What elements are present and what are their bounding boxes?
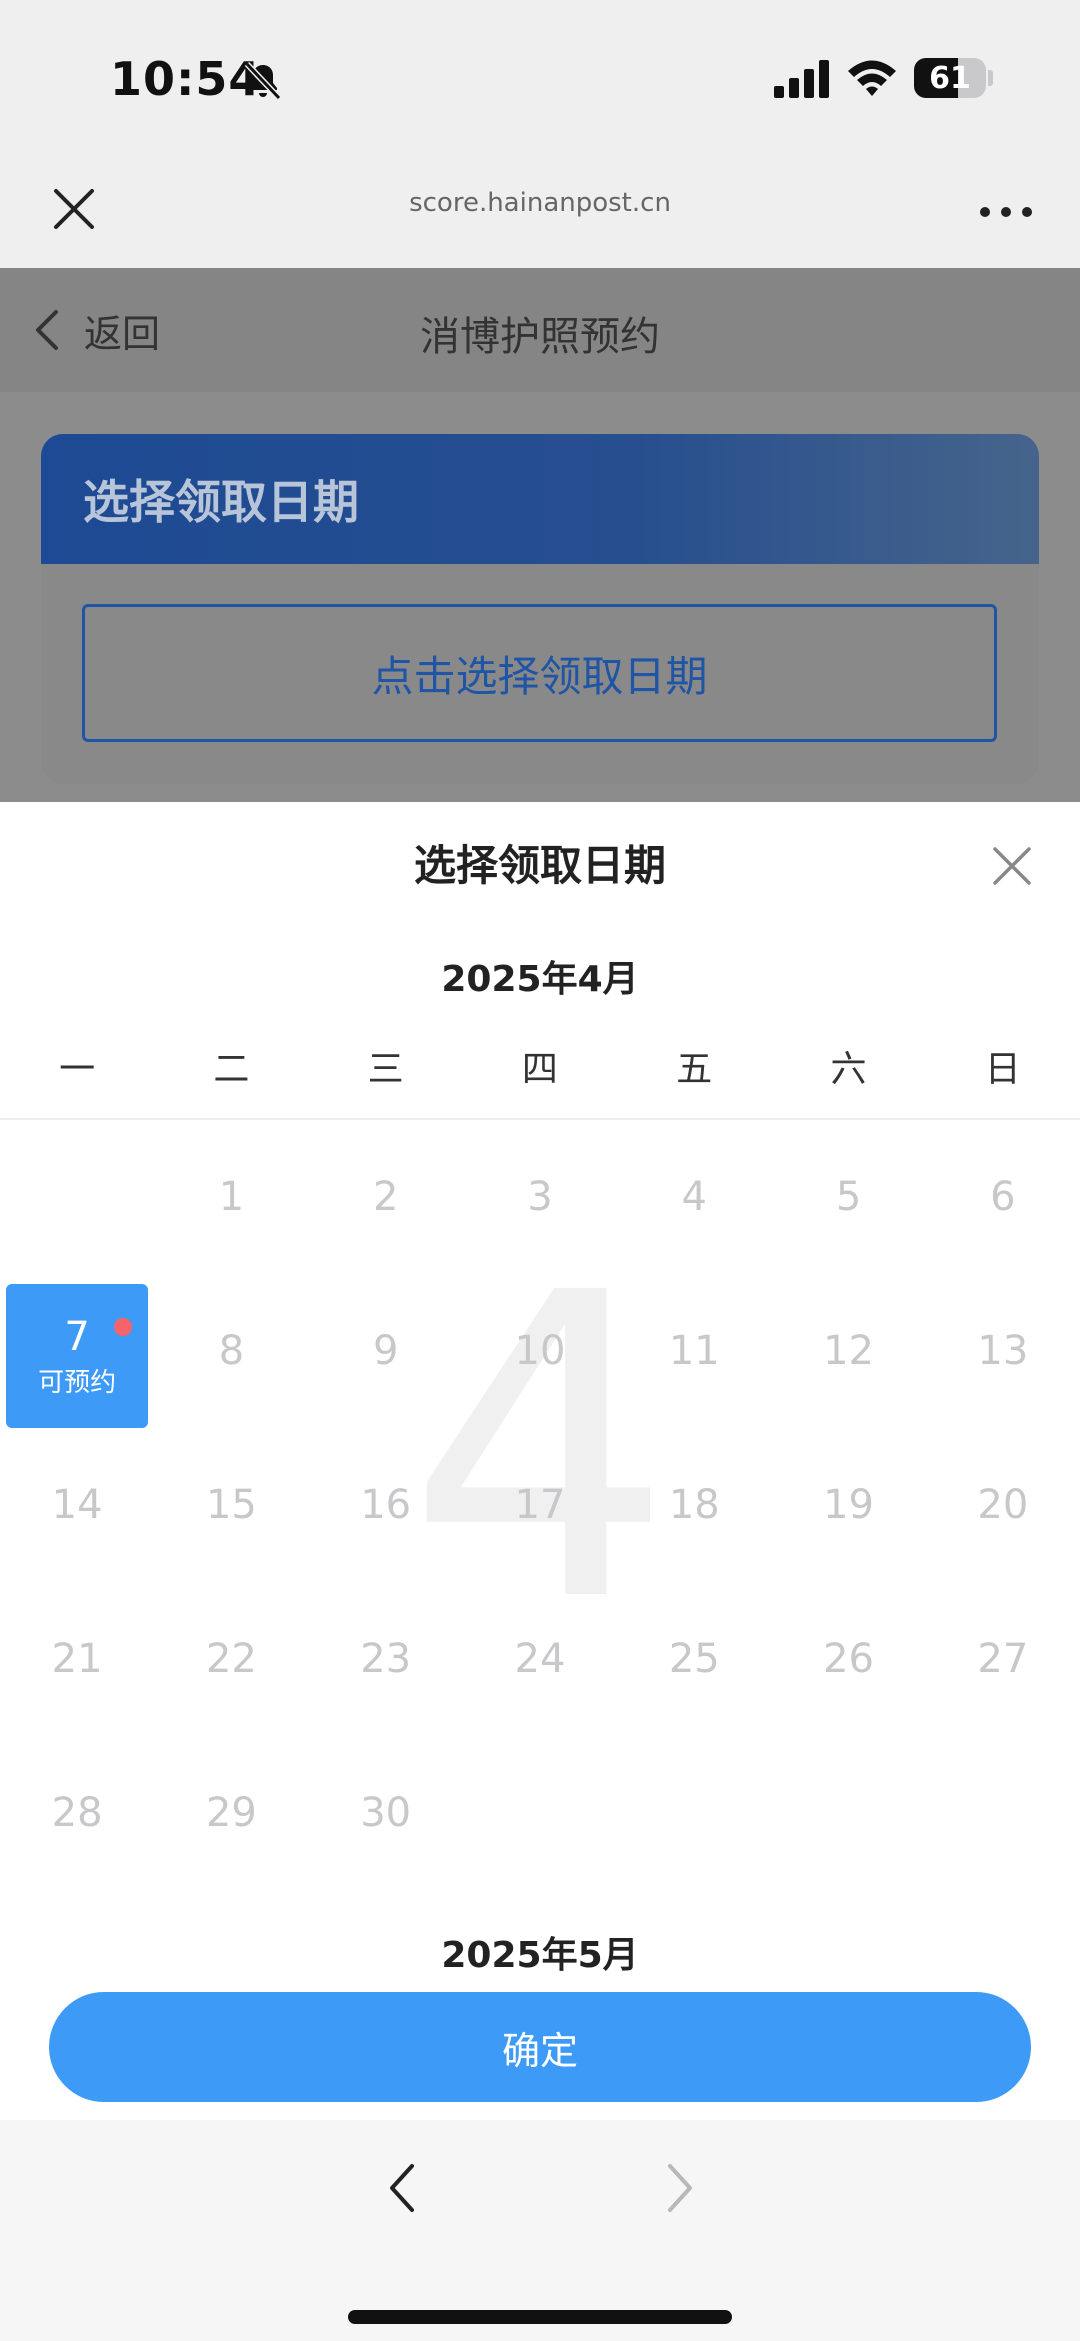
month-title: 2025年4月 bbox=[441, 959, 639, 1000]
calendar-day: 26 bbox=[823, 1636, 874, 1682]
calendar-day: 19 bbox=[823, 1482, 874, 1528]
page-background: 返回 消博护照预约 选择领取日期 点击选择领取日期 bbox=[0, 268, 1080, 802]
browser-bar: score.hainanpost.cn bbox=[0, 150, 1080, 268]
calendar-day: 22 bbox=[205, 1636, 257, 1682]
battery-icon: 61 bbox=[914, 58, 986, 98]
status-dot bbox=[114, 1318, 133, 1336]
pick-date-button[interactable]: 点击选择领取日期 bbox=[82, 604, 997, 742]
card-header: 选择领取日期 bbox=[41, 434, 1039, 564]
weekday-header: 一 二 三 四 五 六 日 bbox=[0, 1030, 1080, 1120]
available-label: 可预约 bbox=[38, 1367, 117, 1398]
confirm-button[interactable]: 确定 bbox=[49, 1992, 1031, 2102]
calendar-day: 18 bbox=[668, 1482, 720, 1528]
calendar-day: 24 bbox=[514, 1636, 566, 1682]
silent-bell-icon bbox=[244, 61, 282, 101]
wifi-icon bbox=[848, 60, 896, 96]
battery-percent: 61 bbox=[929, 60, 971, 96]
calendar-day: 5 bbox=[835, 1174, 862, 1220]
calendar-day: 10 bbox=[514, 1328, 566, 1374]
calendar-day: 20 bbox=[977, 1482, 1029, 1528]
calendar-day: 27 bbox=[977, 1636, 1029, 1682]
card-header-title: 选择领取日期 bbox=[83, 475, 359, 529]
url-label: score.hainanpost.cn bbox=[409, 188, 671, 218]
calendar-day: 14 bbox=[51, 1482, 103, 1528]
home-indicator bbox=[348, 2310, 732, 2324]
next-month-title: 2025年5月 bbox=[441, 1935, 639, 1976]
calendar-day: 13 bbox=[977, 1328, 1029, 1374]
calendar-day: 17 bbox=[514, 1482, 566, 1528]
calendar-day-available[interactable]: 7 可预约 bbox=[6, 1284, 149, 1428]
calendar-day: 9 bbox=[372, 1328, 399, 1374]
calendar-day: 12 bbox=[823, 1328, 874, 1374]
calendar-day: 3 bbox=[527, 1174, 553, 1220]
close-icon[interactable] bbox=[990, 844, 1034, 888]
weekday-label: 日 bbox=[984, 1049, 1021, 1090]
calendar-grid: 4 1 2 3 4 5 6 7 可预约 8 9 10 11 12 13 14 15 16 17 18 19 20 21 22… bbox=[0, 1120, 1080, 1892]
calendar-day: 30 bbox=[360, 1790, 412, 1836]
weekday-label: 一 bbox=[59, 1049, 96, 1090]
weekday-label: 四 bbox=[521, 1049, 558, 1090]
day-number: 7 bbox=[64, 1313, 90, 1360]
weekday-label: 五 bbox=[676, 1049, 713, 1090]
weekday-label: 六 bbox=[830, 1049, 867, 1090]
sheet-title: 选择领取日期 bbox=[413, 841, 666, 890]
chevron-right-icon[interactable] bbox=[662, 2160, 698, 2216]
date-card: 选择领取日期 点击选择领取日期 bbox=[41, 434, 1039, 784]
page-title: 消博护照预约 bbox=[420, 314, 660, 360]
calendar-day: 25 bbox=[668, 1636, 720, 1682]
calendar-day: 28 bbox=[51, 1790, 103, 1836]
calendar-day: 2 bbox=[372, 1174, 399, 1220]
calendar-day: 8 bbox=[218, 1328, 245, 1374]
calendar-day: 16 bbox=[360, 1482, 412, 1528]
status-bar: 10:54 61 bbox=[0, 0, 1080, 150]
battery-tip bbox=[988, 70, 993, 86]
calendar-day: 29 bbox=[205, 1790, 257, 1836]
calendar-day: 6 bbox=[990, 1174, 1016, 1220]
card-body: 点击选择领取日期 bbox=[41, 564, 1039, 784]
calendar-day: 1 bbox=[218, 1174, 245, 1220]
calendar-day: 4 bbox=[681, 1174, 707, 1220]
status-time: 10:54 bbox=[110, 52, 262, 106]
weekday-label: 二 bbox=[213, 1049, 250, 1090]
cellular-signal-icon bbox=[774, 60, 829, 98]
nav-bar: 返回 消博护照预约 bbox=[0, 268, 1080, 392]
date-picker-sheet: 选择领取日期 2025年4月 一 二 三 四 五 六 日 4 1 2 3 4 5 6 7 可预… bbox=[0, 802, 1080, 2120]
chevron-left-icon[interactable] bbox=[384, 2160, 420, 2216]
calendar-day: 11 bbox=[668, 1328, 720, 1374]
calendar-day: 21 bbox=[51, 1636, 103, 1682]
browser-toolbar bbox=[0, 2120, 1080, 2341]
more-icon[interactable] bbox=[978, 205, 1034, 219]
calendar-day: 15 bbox=[205, 1482, 257, 1528]
calendar-day: 23 bbox=[360, 1636, 412, 1682]
weekday-label: 三 bbox=[367, 1049, 404, 1090]
